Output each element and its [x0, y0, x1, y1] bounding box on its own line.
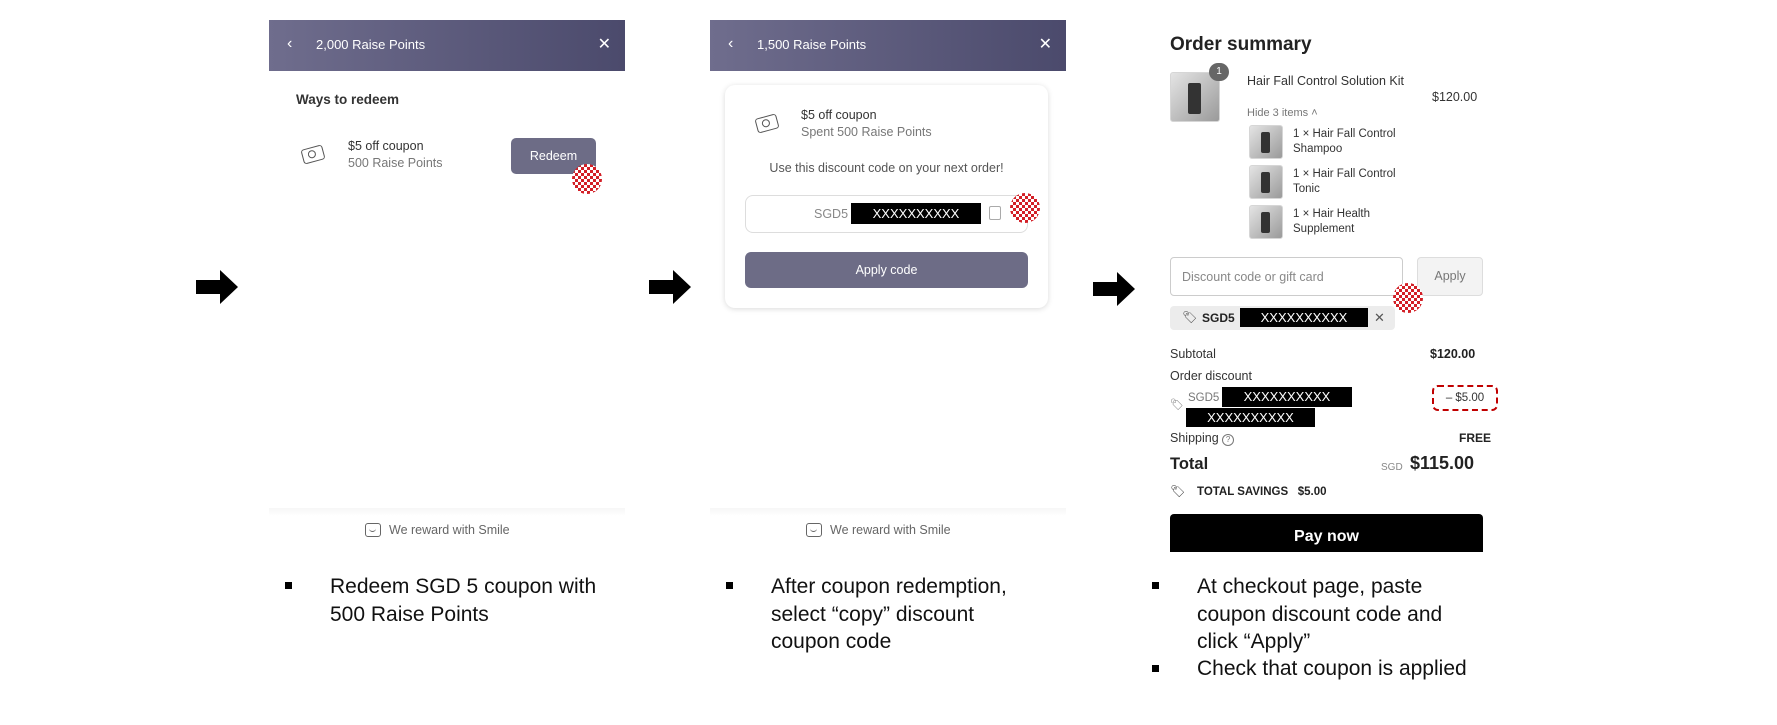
- copy-icon[interactable]: [989, 206, 1001, 220]
- smile-icon: [365, 523, 381, 537]
- code-prefix: SGD5: [814, 207, 849, 221]
- help-icon[interactable]: ?: [1222, 434, 1235, 446]
- subtotal-value: $120.00: [1430, 347, 1476, 361]
- applied-code-prefix: SGD5: [1202, 311, 1235, 325]
- arrow-right-icon: [649, 270, 691, 304]
- discount-value: – $5.00: [1432, 385, 1498, 411]
- click-indicator: [1393, 283, 1423, 313]
- sub-item-image: [1249, 125, 1283, 159]
- savings-label: TOTAL SAVINGS: [1197, 486, 1289, 498]
- section-title: Ways to redeem: [296, 92, 400, 107]
- redacted-code: XXXXXXXXXX: [1222, 387, 1352, 407]
- quantity-badge: 1: [1209, 63, 1229, 81]
- product-price: $120.00: [1432, 90, 1478, 104]
- divider: [710, 508, 1066, 516]
- shipping-label-text: Shipping: [1170, 431, 1219, 445]
- caption-line: coupon discount code and: [1197, 602, 1443, 626]
- shipping-value: FREE: [1459, 431, 1492, 445]
- sub-item-image: [1249, 205, 1283, 239]
- redacted-code: XXXXXXXXXX: [851, 203, 981, 224]
- total-savings: TOTAL SAVINGS $5.00: [1197, 486, 1327, 498]
- total-value: $115.00: [1410, 453, 1475, 473]
- click-indicator: [1010, 193, 1040, 223]
- sub-item: 1 × Hair Health Supplement: [1293, 208, 1371, 235]
- cash-icon: [754, 113, 780, 134]
- hide-items-toggle[interactable]: Hide 3 items ˄: [1247, 107, 1318, 119]
- caption-step3b: Check that coupon is applied: [1197, 657, 1467, 680]
- caption-step1: Redeem SGD 5 coupon with 500 Raise Point…: [330, 573, 596, 628]
- coupon-instruction: Use this discount code on your next orde…: [769, 161, 1004, 175]
- total-currency: SGD: [1381, 462, 1403, 473]
- coupon-cost: 500 Raise Points: [348, 156, 443, 170]
- back-icon[interactable]: ‹: [728, 35, 733, 53]
- discount-code-input[interactable]: Discount code or gift card: [1170, 257, 1403, 296]
- caption-line: coupon code: [771, 630, 892, 653]
- order-discount-label: Order discount: [1170, 369, 1252, 383]
- smile-icon: [806, 523, 822, 537]
- sub-item-image: [1249, 165, 1283, 199]
- bullet: [285, 582, 292, 589]
- bullet: [726, 582, 733, 589]
- smile-footer-text: We reward with Smile: [830, 523, 951, 537]
- remove-code-icon[interactable]: ✕: [1374, 310, 1385, 326]
- pay-now-button[interactable]: Pay now: [1170, 514, 1483, 552]
- caption-step2: After coupon redemption, select “copy” d…: [771, 573, 1007, 656]
- rewards-header: ‹ 2,000 Raise Points ✕: [269, 20, 625, 71]
- coupon-card: $5 off coupon Spent 500 Raise Points Use…: [725, 85, 1048, 308]
- smile-footer-text: We reward with Smile: [389, 523, 510, 537]
- points-balance: 1,500 Raise Points: [757, 37, 867, 52]
- rewards-panel-1: ‹ 2,000 Raise Points ✕ Ways to redeem $5…: [269, 20, 625, 516]
- divider: [269, 508, 625, 516]
- arrow-right-icon: [196, 270, 238, 304]
- apply-code-button[interactable]: Apply code: [745, 252, 1028, 288]
- shipping-label: Shipping ?: [1170, 431, 1235, 446]
- bullet: [1152, 665, 1159, 672]
- coupon-title: $5 off coupon: [348, 139, 424, 153]
- caption-line: Redeem SGD 5 coupon with: [330, 575, 597, 598]
- sub-item: 1 × Hair Fall Control Tonic: [1293, 168, 1396, 195]
- sub-item: 1 × Hair Fall Control Shampoo: [1293, 128, 1396, 155]
- close-icon[interactable]: ✕: [598, 34, 611, 54]
- caption-step3: At checkout page, paste coupon discount …: [1197, 573, 1442, 656]
- discount-code-prefix: SGD5: [1188, 392, 1220, 404]
- click-indicator: [572, 164, 602, 194]
- redacted-code: XXXXXXXXXX: [1240, 308, 1368, 327]
- discount-placeholder: Discount code or gift card: [1182, 270, 1324, 284]
- rewards-header: ‹ 1,500 Raise Points ✕: [710, 20, 1066, 71]
- order-summary-title: Order summary: [1170, 34, 1312, 55]
- caption-line: click “Apply”: [1197, 630, 1311, 653]
- coupon-title: $5 off coupon: [801, 108, 877, 122]
- close-icon[interactable]: ✕: [1039, 34, 1052, 54]
- coupon-code-field[interactable]: SGD5 XXXXXXXXXX: [745, 195, 1028, 233]
- points-balance: 2,000 Raise Points: [316, 37, 426, 52]
- cash-icon: [300, 144, 326, 165]
- caption-line: select “copy” discount: [771, 602, 975, 626]
- applied-code-chip: 🏷︎ SGD5 XXXXXXXXXX ✕: [1170, 306, 1395, 330]
- redacted-code: XXXXXXXXXX: [1186, 408, 1315, 427]
- hide-items-label: Hide 3 items: [1247, 107, 1309, 119]
- chevron-up-icon: ˄: [1311, 107, 1318, 119]
- smile-footer: We reward with Smile: [365, 523, 510, 537]
- tag-icon: 🏷︎: [1170, 399, 1184, 411]
- coupon-spent: Spent 500 Raise Points: [801, 125, 932, 139]
- caption-line: After coupon redemption,: [771, 575, 1007, 598]
- arrow-right-icon: [1093, 272, 1135, 306]
- tag-icon: 🏷︎: [1182, 310, 1198, 324]
- product-name: Hair Fall Control Solution Kit: [1247, 74, 1405, 88]
- caption-line: At checkout page, paste: [1197, 575, 1423, 598]
- total-label: Total: [1170, 455, 1209, 473]
- apply-button[interactable]: Apply: [1417, 257, 1483, 296]
- caption-line: 500 Raise Points: [330, 602, 489, 626]
- smile-footer: We reward with Smile: [806, 523, 951, 537]
- savings-tag-icon: 🏷︎: [1170, 484, 1186, 498]
- subtotal-label: Subtotal: [1170, 347, 1216, 361]
- rewards-panel-2: ‹ 1,500 Raise Points ✕ $5 off coupon Spe…: [710, 20, 1066, 516]
- bullet: [1152, 582, 1159, 589]
- savings-value: $5.00: [1297, 486, 1327, 498]
- back-icon[interactable]: ‹: [287, 35, 292, 53]
